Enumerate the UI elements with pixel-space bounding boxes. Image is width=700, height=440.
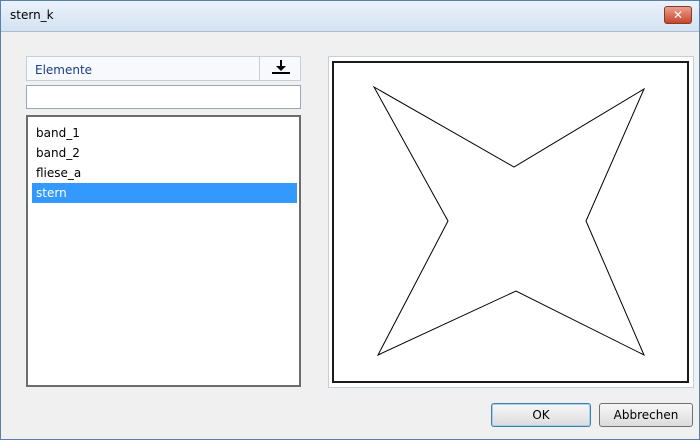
list-item-label: band_2 [36,146,80,160]
list-item-label: stern [36,186,67,200]
list-item[interactable]: band_2 [32,143,297,163]
elements-list[interactable]: band_1 band_2 fliese_a stern [26,115,301,387]
ok-button[interactable]: OK [491,403,591,427]
list-item-selected[interactable]: stern [32,183,297,203]
window-title: stern_k [10,8,54,22]
star-shape-preview [372,85,646,357]
list-item[interactable]: fliese_a [32,163,297,183]
filter-input[interactable] [27,86,300,108]
preview-canvas [332,61,689,383]
filter-field[interactable] [26,85,301,109]
close-icon: ✕ [672,8,684,22]
list-item-label: band_1 [36,126,80,140]
download-icon [272,60,290,74]
title-bar[interactable]: stern_k ✕ [1,1,699,32]
cancel-button[interactable]: Abbrechen [599,403,693,427]
dialog-window: stern_k ✕ Elemente band_1 band_2 fliese_… [0,0,700,440]
close-button[interactable]: ✕ [664,6,692,24]
download-button[interactable] [259,56,301,81]
list-item[interactable]: band_1 [32,123,297,143]
elements-header-label: Elemente [35,63,93,77]
list-item-label: fliese_a [36,166,82,180]
